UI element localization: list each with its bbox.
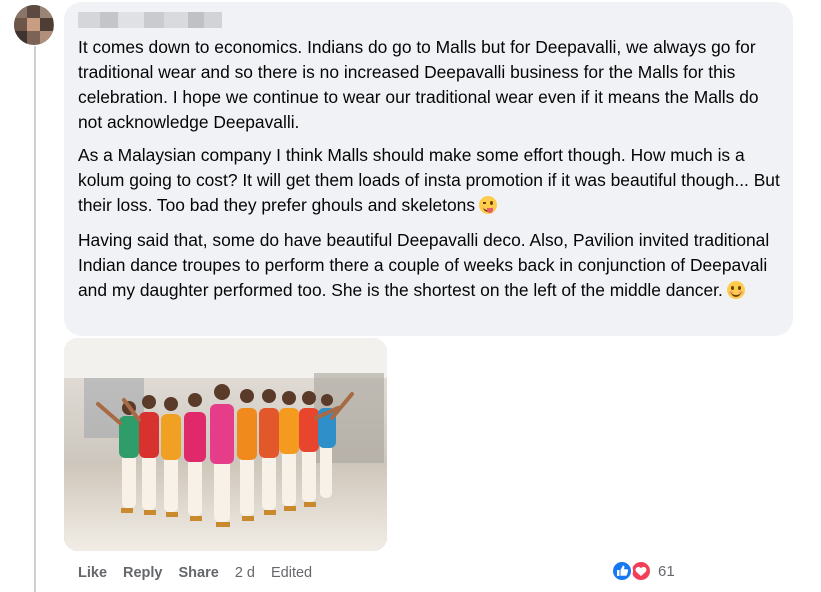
photo-illustration [64,338,387,551]
avatar[interactable] [14,5,54,45]
love-reaction-icon [630,560,652,582]
blurred-author-name[interactable] [78,12,222,28]
thread-line [34,46,36,592]
like-reaction-icon [611,560,633,582]
like-button[interactable]: Like [78,565,107,581]
timestamp[interactable]: 2 d [235,565,255,581]
comment-paragraph-2: As a Malaysian company I think Malls sho… [78,145,780,215]
dance-troupe-photo[interactable] [64,338,387,551]
comment-paragraph-3: Having said that, some do have beautiful… [78,230,770,300]
comment-actions: Like Reply Share 2 d Edited [78,563,328,583]
reaction-icons [611,560,652,582]
share-button[interactable]: Share [179,565,219,581]
reaction-summary[interactable]: 61 [610,560,675,582]
reaction-count: 61 [658,562,675,580]
comment-bubble: It comes down to economics. Indians do g… [64,2,793,336]
reply-button[interactable]: Reply [123,565,163,581]
winking-tongue-face-emoji [479,196,498,214]
edited-label[interactable]: Edited [271,565,312,581]
comment-paragraph-1: It comes down to economics. Indians do g… [78,37,759,132]
smiling-face-emoji [726,281,745,299]
